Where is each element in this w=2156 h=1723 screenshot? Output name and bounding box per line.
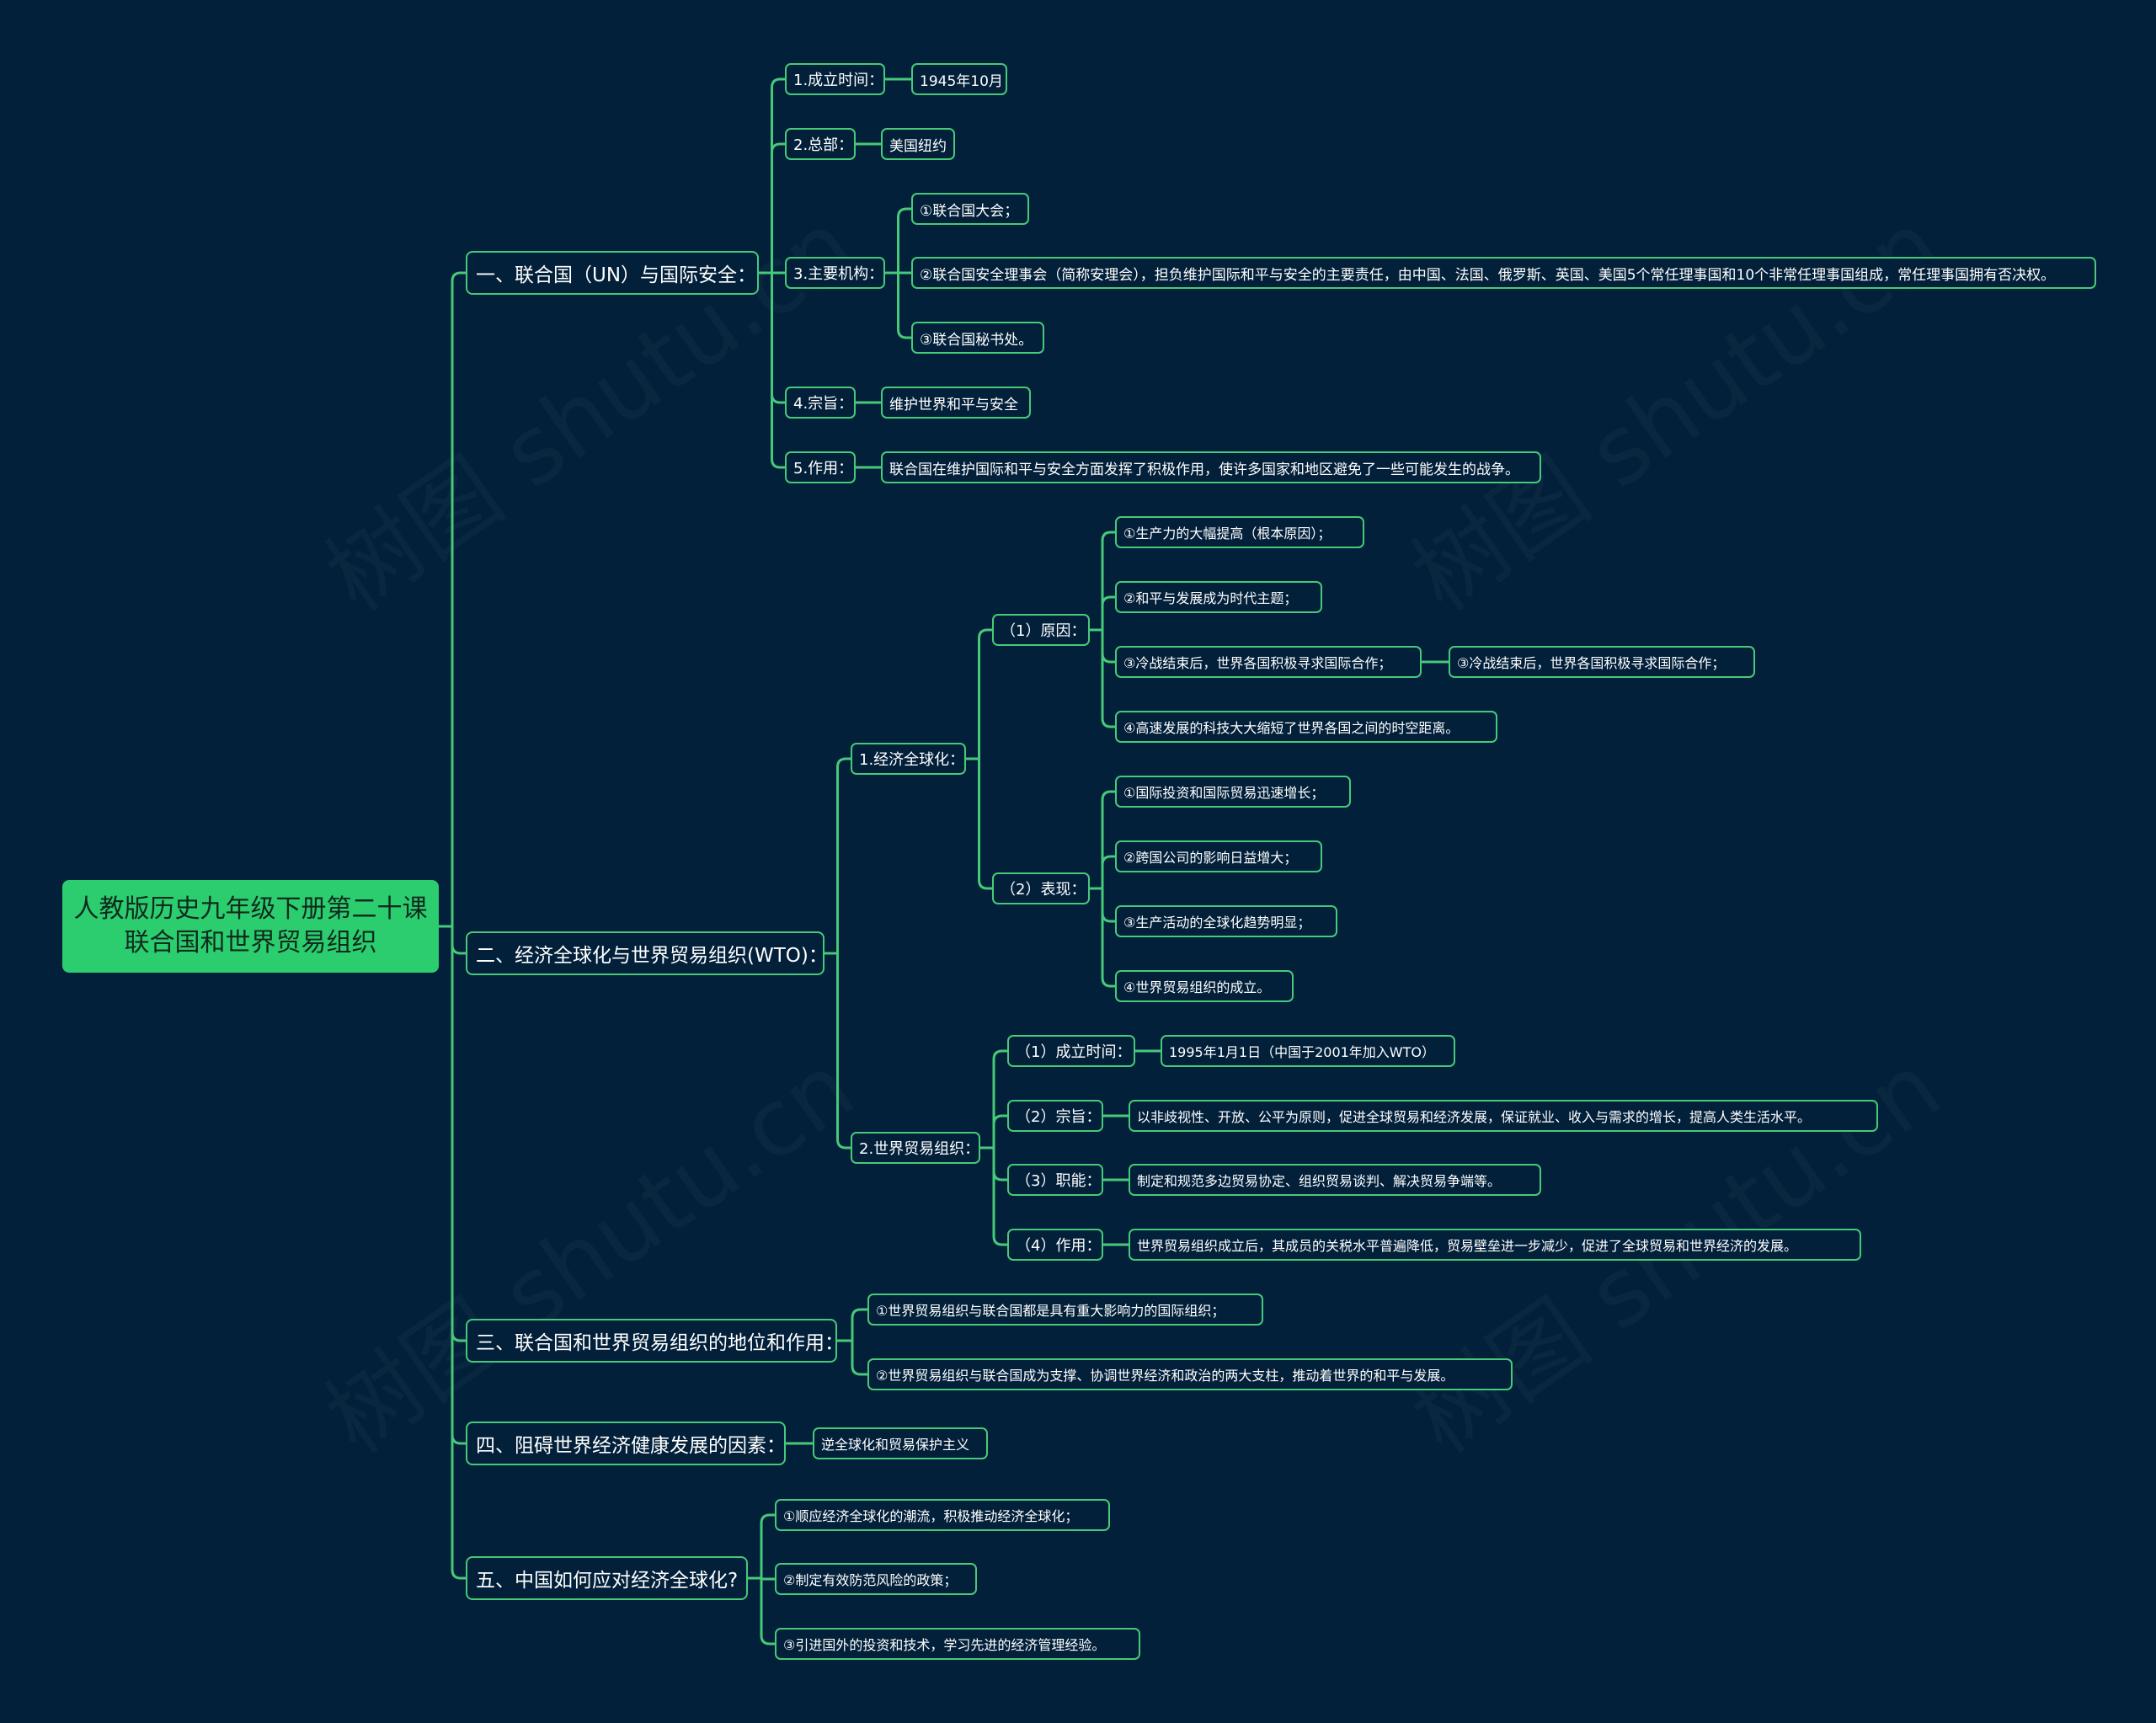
connector-line xyxy=(966,628,992,760)
un-founded-label[interactable]: 1.成立时间： xyxy=(785,63,885,95)
cause-item-1[interactable]: ①生产力的大幅提高（根本原因）； xyxy=(1115,516,1364,548)
connector-line xyxy=(1090,595,1115,632)
un-role-label[interactable]: 5.作用： xyxy=(785,451,856,483)
response-item-2[interactable]: ②制定有效防范风险的政策； xyxy=(775,1563,977,1595)
connector-line xyxy=(825,757,851,955)
response-item-1[interactable]: ①顺应经济全球化的潮流，积极推动经济全球化； xyxy=(775,1499,1110,1531)
mind-map: 树图 shutu.cn 树图 shutu.cn 树图 shutu.cn 树图 s… xyxy=(0,0,2156,1723)
connector-line xyxy=(825,952,851,1150)
branch-un-security[interactable]: 一、联合国（UN）与国际安全： xyxy=(466,251,759,295)
obstacle-item[interactable]: 逆全球化和贸易保护主义 xyxy=(813,1427,988,1459)
connector-line xyxy=(748,1513,775,1580)
branch-china-response[interactable]: 五、中国如何应对经济全球化? xyxy=(466,1556,748,1600)
connector-line xyxy=(1090,855,1115,890)
cause-item-3[interactable]: ③冷战结束后，世界各国积极寻求国际合作； xyxy=(1115,646,1422,678)
wto-functions-label[interactable]: （3）职能： xyxy=(1007,1164,1103,1196)
globalization-signs-label[interactable]: （2）表现： xyxy=(992,872,1090,904)
cause-item-3-detail[interactable]: ③冷战结束后，世界各国积极寻求国际合作； xyxy=(1449,646,1755,678)
wto-label[interactable]: 2.世界贸易组织： xyxy=(851,1132,980,1164)
connector-line xyxy=(1090,887,1115,988)
un-organs-label[interactable]: 3.主要机构： xyxy=(785,257,885,289)
connector-line xyxy=(759,142,785,275)
wto-founded-label[interactable]: （1）成立时间： xyxy=(1007,1035,1135,1067)
cause-item-4[interactable]: ④高速发展的科技大大缩短了世界各国之间的时空距离。 xyxy=(1115,711,1497,743)
un-organ-secretariat[interactable]: ③联合国秘书处。 xyxy=(911,322,1044,354)
wto-purpose-label[interactable]: （2）宗旨： xyxy=(1007,1100,1103,1132)
connector-line xyxy=(1090,628,1115,728)
root-topic[interactable]: 人教版历史九年级下册第二十课 联合国和世界贸易组织 xyxy=(62,880,439,973)
wto-role-value[interactable]: 世界贸易组织成立后，其成员的关税水平普遍降低，贸易壁垒进一步减少，促进了全球贸易… xyxy=(1129,1229,1861,1261)
un-organ-assembly[interactable]: ①联合国大会； xyxy=(911,193,1029,225)
connector-line xyxy=(759,271,785,469)
sign-item-2[interactable]: ②跨国公司的影响日益增大； xyxy=(1115,840,1322,872)
cause-item-2[interactable]: ②和平与发展成为时代主题； xyxy=(1115,581,1322,613)
globalization-causes-label[interactable]: （1）原因： xyxy=(992,614,1090,646)
un-founded-value[interactable]: 1945年10月 xyxy=(911,63,1007,95)
connector-line xyxy=(885,271,911,339)
wto-purpose-value[interactable]: 以非歧视性、开放、公平为原则，促进全球贸易和经济发展，保证就业、收入与需求的增长… xyxy=(1129,1100,1878,1132)
status-item-1[interactable]: ①世界贸易组织与联合国都是具有重大影响力的国际组织； xyxy=(867,1294,1263,1326)
un-organ-security-council[interactable]: ②联合国安全理事会（简称安理会），担负维护国际和平与安全的主要责任，由中国、法国… xyxy=(911,257,2096,289)
globalization-label[interactable]: 1.经济全球化： xyxy=(851,743,966,775)
wto-founded-value[interactable]: 1995年1月1日（中国于2001年加入WTO） xyxy=(1161,1035,1455,1067)
un-purpose-label[interactable]: 4.宗旨： xyxy=(785,387,856,419)
un-purpose-value[interactable]: 维护世界和平与安全 xyxy=(881,387,1031,419)
sign-item-1[interactable]: ①国际投资和国际贸易迅速增长； xyxy=(1115,776,1351,808)
connector-line xyxy=(439,925,466,1580)
branch-globalization-wto[interactable]: 二、经济全球化与世界贸易组织(WTO)： xyxy=(466,931,828,975)
connector-line xyxy=(439,271,466,928)
root-title-line-1: 人教版历史九年级下册第二十课 xyxy=(73,894,428,924)
wto-functions-value[interactable]: 制定和规范多边贸易协定、组织贸易谈判、解决贸易争端等。 xyxy=(1129,1164,1541,1196)
sign-item-4[interactable]: ④世界贸易组织的成立。 xyxy=(1115,970,1294,1002)
connector-line xyxy=(885,207,911,275)
wto-role-label[interactable]: （4）作用： xyxy=(1007,1229,1103,1261)
status-item-2[interactable]: ②世界贸易组织与联合国成为支撑、协调世界经济和政治的两大支柱，推动着世界的和平与… xyxy=(867,1358,1513,1390)
un-role-value[interactable]: 联合国在维护国际和平与安全方面发挥了积极作用，使许多国家和地区避免了一些可能发生… xyxy=(881,451,1541,483)
connector-line xyxy=(980,1146,1007,1246)
branch-status-role[interactable]: 三、联合国和世界贸易组织的地位和作用： xyxy=(466,1319,844,1363)
sign-item-3[interactable]: ③生产活动的全球化趋势明显； xyxy=(1115,905,1337,937)
root-title-line-2: 联合国和世界贸易组织 xyxy=(124,928,377,958)
connector-line xyxy=(966,757,992,890)
branch-obstacles[interactable]: 四、阻碍世界经济健康发展的因素： xyxy=(466,1422,786,1465)
un-hq-value[interactable]: 美国纽约 xyxy=(881,128,955,160)
connector-line xyxy=(980,1114,1007,1150)
connector-line xyxy=(748,1576,775,1646)
response-item-3[interactable]: ③引进国外的投资和技术，学习先进的经济管理经验。 xyxy=(775,1628,1140,1660)
un-hq-label[interactable]: 2.总部： xyxy=(785,128,856,160)
